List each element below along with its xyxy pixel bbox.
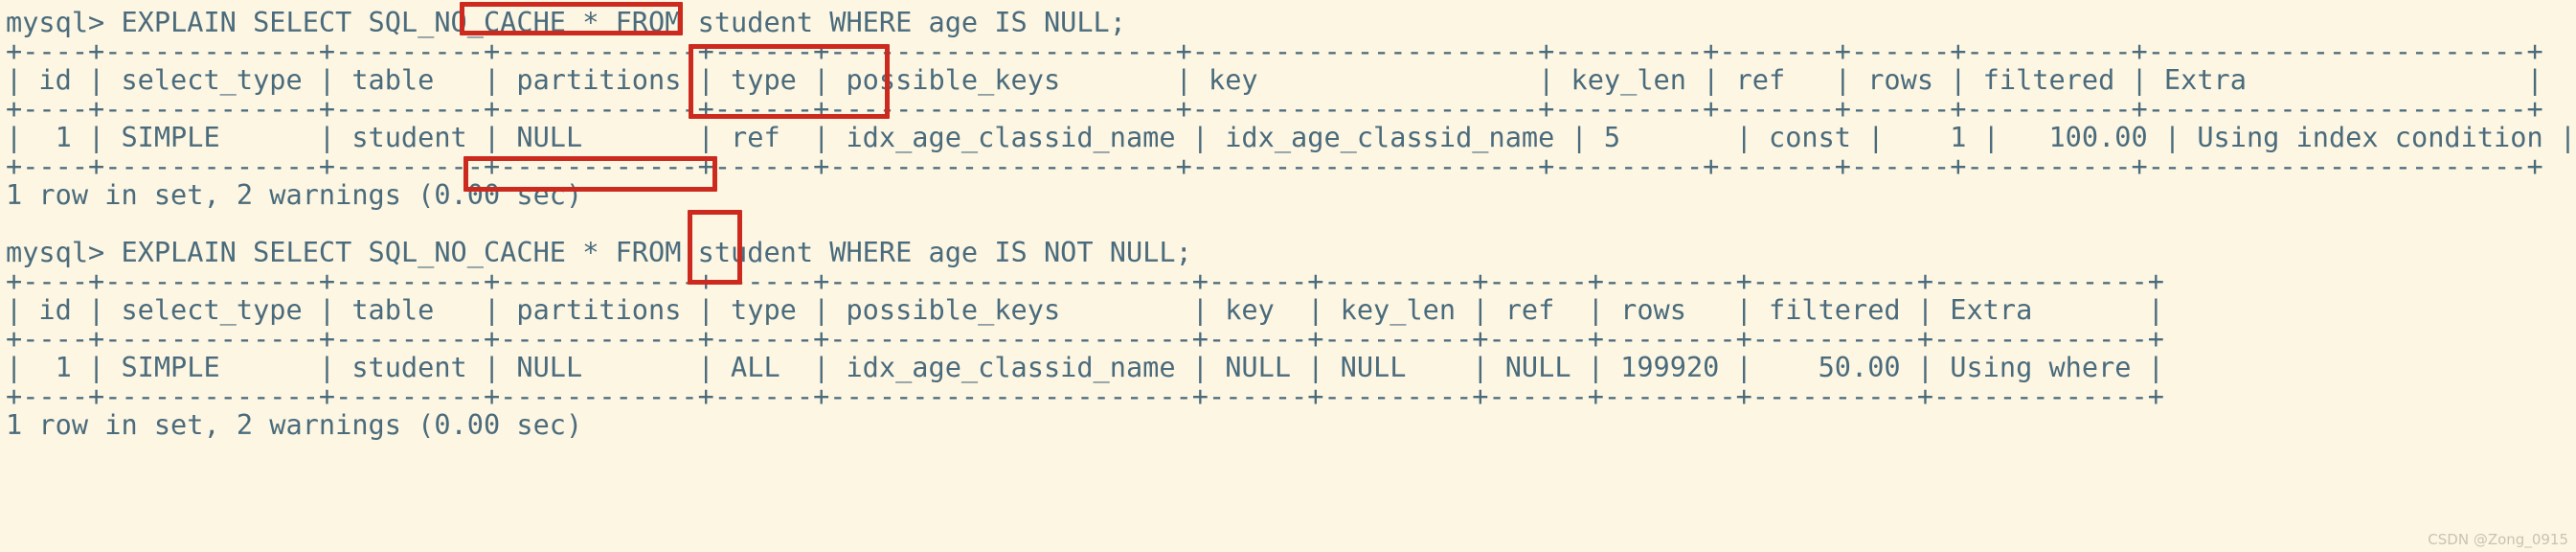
terminal-line: +----+-------------+---------+----------…: [6, 34, 2543, 67]
terminal-line: +----+-------------+---------+----------…: [6, 92, 2543, 125]
terminal-line: | 1 | SIMPLE | student | NULL | ref | id…: [6, 121, 2576, 153]
terminal-line: +----+-------------+---------+----------…: [6, 264, 2164, 297]
watermark: CSDN @Zong_0915: [2428, 531, 2568, 548]
terminal-line: | id | select_type | table | partitions …: [6, 293, 2164, 326]
terminal-line: +----+-------------+---------+----------…: [6, 150, 2543, 182]
terminal-line: 1 row in set, 2 warnings (0.00 sec): [6, 178, 583, 211]
terminal-line: +----+-------------+---------+----------…: [6, 380, 2164, 412]
terminal-line: 1 row in set, 2 warnings (0.00 sec): [6, 408, 583, 441]
terminal-line: | id | select_type | table | partitions …: [6, 63, 2543, 96]
terminal-line: +----+-------------+---------+----------…: [6, 322, 2164, 355]
terminal-line: | 1 | SIMPLE | student | NULL | ALL | id…: [6, 351, 2164, 383]
terminal-line: mysql> EXPLAIN SELECT SQL_NO_CACHE * FRO…: [6, 236, 1192, 268]
terminal-window: mysql> EXPLAIN SELECT SQL_NO_CACHE * FRO…: [0, 0, 2576, 552]
terminal-line: mysql> EXPLAIN SELECT SQL_NO_CACHE * FRO…: [6, 6, 1126, 38]
